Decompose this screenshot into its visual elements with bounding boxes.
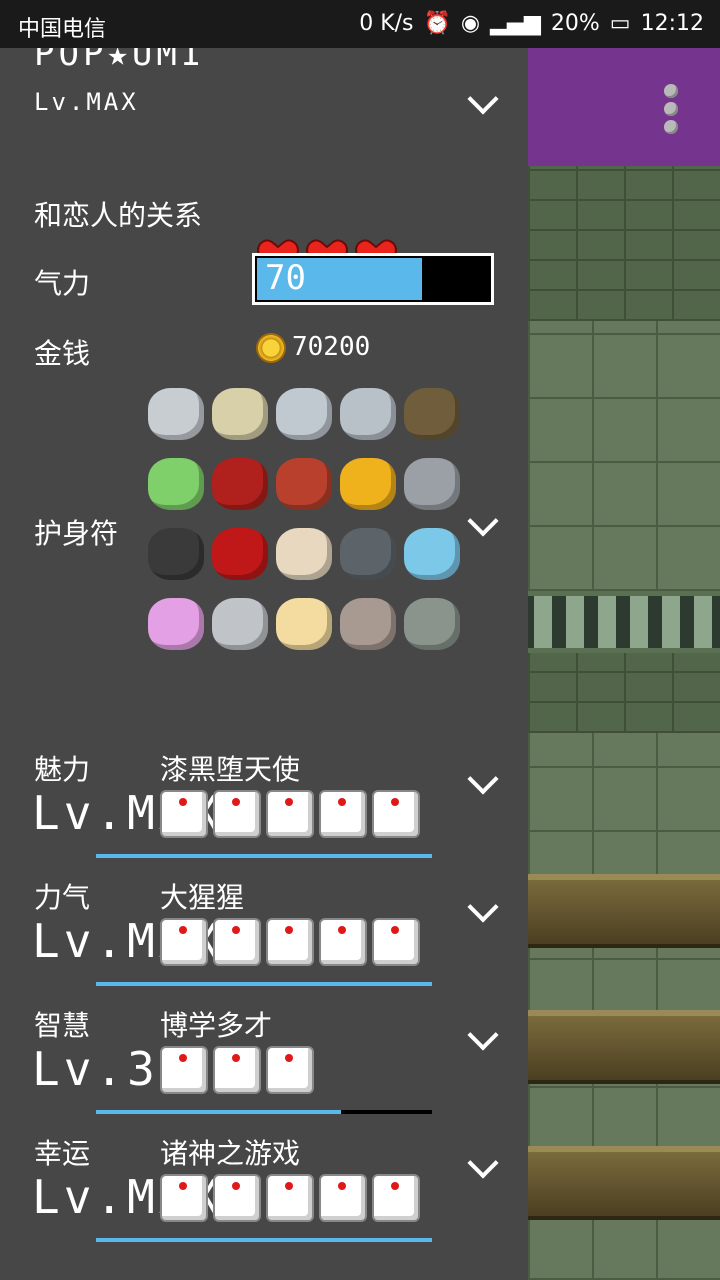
- branch-icon[interactable]: [404, 388, 460, 440]
- stat-name: 智慧: [34, 1009, 91, 1042]
- game-view: [528, 48, 720, 1280]
- stat-progress-bar: [96, 1110, 432, 1114]
- stat-progress-bar: [96, 854, 432, 858]
- brick-wall: [528, 166, 720, 321]
- alarm-icon: ⏰: [423, 11, 451, 36]
- dice-icon: [266, 1174, 314, 1222]
- fossil-icon[interactable]: [340, 598, 396, 650]
- dice-icon: [213, 1174, 261, 1222]
- stat-row: 力气 大猩猩 Lv.MAX: [0, 876, 528, 1006]
- dice-icon: [266, 790, 314, 838]
- stat-row: 魅力 漆黑堕天使 Lv.MAX: [0, 748, 528, 878]
- stat-title: 大猩猩: [160, 881, 245, 914]
- dice-icon: [160, 1046, 208, 1094]
- dice-icon: [266, 1046, 314, 1094]
- stat-progress-fill: [96, 982, 432, 986]
- status-panel: POP★UMI Lv.MAX 和恋人的关系 气力 70 金钱 70200 护身符…: [0, 48, 528, 1280]
- carrier-label: 中国电信: [18, 17, 107, 42]
- dice-icon: [160, 790, 208, 838]
- dice-row: [160, 790, 425, 838]
- stat-title: 博学多才: [160, 1009, 273, 1042]
- stat-row: 智慧 博学多才 Lv.3: [0, 1004, 528, 1134]
- stat-progress-bar: [96, 982, 432, 986]
- fish-icon[interactable]: [276, 388, 332, 440]
- stat-progress-fill: [96, 1110, 342, 1114]
- amber-icon[interactable]: [340, 458, 396, 510]
- stat-title: 漆黑堕天使: [160, 753, 301, 786]
- bench: [528, 1146, 720, 1220]
- ladybug-icon[interactable]: [212, 528, 268, 580]
- signal-icon: ▂▄▆: [490, 11, 541, 36]
- coin-icon: [256, 333, 286, 363]
- character-name: POP★UMI: [34, 48, 206, 74]
- dice-icon: [319, 790, 367, 838]
- expand-stat-chevron-icon[interactable]: [467, 891, 499, 923]
- whip-icon[interactable]: [276, 458, 332, 510]
- red-hood-icon[interactable]: [212, 458, 268, 510]
- dice-icon: [266, 918, 314, 966]
- battery-percent: 20%: [550, 11, 600, 36]
- clock: 12:12: [640, 11, 704, 36]
- dice-row: [160, 1046, 319, 1094]
- network-speed: 0 K/s: [359, 11, 414, 36]
- energy-bar: 70: [252, 253, 494, 305]
- stat-row: 幸运 诸神之游戏 Lv.MAX: [0, 1132, 528, 1262]
- money-label: 金钱: [34, 337, 91, 370]
- dice-row: [160, 918, 425, 966]
- dice-icon: [319, 918, 367, 966]
- stat-title: 诸神之游戏: [160, 1137, 301, 1170]
- bench: [528, 1010, 720, 1084]
- stone-disc-icon[interactable]: [340, 528, 396, 580]
- stat-name: 幸运: [34, 1137, 91, 1170]
- more-menu-icon[interactable]: [664, 84, 680, 138]
- dice-icon: [372, 790, 420, 838]
- dice-icon: [213, 1046, 261, 1094]
- dice-icon: [160, 918, 208, 966]
- stat-level: Lv.3: [32, 1042, 159, 1096]
- dice-icon: [160, 1174, 208, 1222]
- floor-tiles: [528, 321, 720, 591]
- character-level: Lv.MAX: [34, 88, 139, 116]
- expand-stat-chevron-icon[interactable]: [467, 763, 499, 795]
- bat-icon[interactable]: [148, 528, 204, 580]
- relationship-label: 和恋人的关系: [34, 199, 203, 232]
- charms-grid: [148, 388, 478, 668]
- game-top-bar: [528, 48, 720, 166]
- energy-label: 气力: [34, 267, 91, 300]
- ticket-icon[interactable]: [276, 528, 332, 580]
- collapse-chevron-icon[interactable]: [467, 83, 499, 115]
- puppy-icon[interactable]: [276, 598, 332, 650]
- bell-icon[interactable]: [404, 598, 460, 650]
- dice-icon: [372, 918, 420, 966]
- dice-icon: [213, 918, 261, 966]
- fish-icon[interactable]: [340, 388, 396, 440]
- pink-slime-icon[interactable]: [148, 598, 204, 650]
- expand-stat-chevron-icon[interactable]: [467, 1147, 499, 1179]
- stat-name: 魅力: [34, 753, 91, 786]
- sword-icon[interactable]: [404, 458, 460, 510]
- status-bar: 中国电信 0 K/s ⏰ ◉ ▂▄▆ 20% ▭ 12:12: [0, 0, 720, 48]
- crown-icon[interactable]: [212, 598, 268, 650]
- dice-icon: [213, 790, 261, 838]
- whale-icon[interactable]: [404, 528, 460, 580]
- yellowtail-icon[interactable]: [212, 388, 268, 440]
- eye-icon: ◉: [460, 11, 481, 36]
- tiara-icon[interactable]: [148, 458, 204, 510]
- dice-icon: [372, 1174, 420, 1222]
- dice-icon: [319, 1174, 367, 1222]
- fish-icon[interactable]: [148, 388, 204, 440]
- stat-name: 力气: [34, 881, 91, 914]
- battery-icon: ▭: [609, 11, 631, 36]
- brick-wall: [528, 653, 720, 733]
- railing: [528, 596, 720, 648]
- expand-stat-chevron-icon[interactable]: [467, 1019, 499, 1051]
- stat-progress-bar: [96, 1238, 432, 1242]
- charms-label: 护身符: [34, 517, 119, 550]
- energy-value: 70: [265, 258, 306, 298]
- stat-progress-fill: [96, 854, 432, 858]
- stat-progress-fill: [96, 1238, 432, 1242]
- dice-row: [160, 1174, 425, 1222]
- bench: [528, 874, 720, 948]
- money-amount: 70200: [292, 332, 371, 362]
